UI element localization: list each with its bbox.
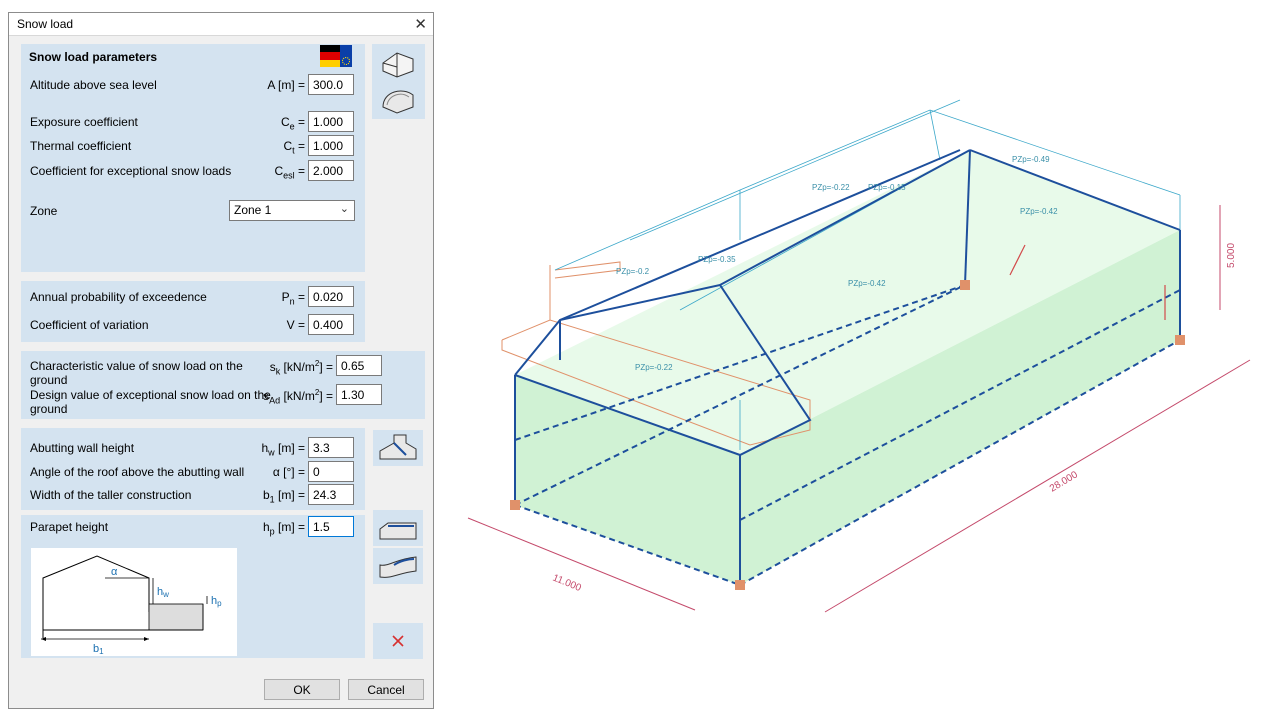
wall-height-label: Abutting wall height xyxy=(30,441,135,455)
zone-value: Zone 1 xyxy=(234,203,272,217)
sad-label-line1: Design value of exceptional snow load on… xyxy=(30,388,271,402)
snow-load-dialog: Snow load ✕ Snow load parameters Altitud… xyxy=(8,12,434,709)
altitude-input[interactable] xyxy=(308,74,354,95)
tag-2: PZp=-0.42 xyxy=(1020,207,1058,216)
dialog-title: Snow load xyxy=(17,17,74,31)
zone-label: Zone xyxy=(30,204,58,218)
sketch-hw-label: hw xyxy=(157,586,169,599)
tag-7: PZp=-0.2 xyxy=(616,267,650,276)
parapet-curved-icon[interactable] xyxy=(373,548,423,584)
sad-symbol: sAd [kN/m2] = xyxy=(263,388,333,406)
sad-label-line2: ground xyxy=(30,402,68,416)
parapet-roof-icon[interactable] xyxy=(373,510,423,546)
altitude-symbol: A [m] = xyxy=(267,78,305,92)
tag-3: PZp=-0.22 xyxy=(812,183,850,192)
thermal-label: Thermal coefficient xyxy=(30,139,132,153)
thermal-input[interactable] xyxy=(308,135,354,156)
exposure-symbol: Ce = xyxy=(280,115,305,132)
dimension-height: 5.000 xyxy=(1226,243,1237,268)
abutting-wall-icon[interactable] xyxy=(373,430,423,466)
cancel-button[interactable]: Cancel xyxy=(348,679,424,700)
sk-symbol: sk [kN/m2] = xyxy=(269,359,333,377)
sk-input[interactable] xyxy=(336,355,382,376)
tag-5: PZp=-0.35 xyxy=(698,255,736,264)
dimension-length: 28.000 xyxy=(1048,469,1080,494)
parapet-input[interactable] xyxy=(308,516,354,537)
curved-roof-icon[interactable] xyxy=(375,82,421,118)
width-taller-input[interactable] xyxy=(308,484,354,505)
parapet-label: Parapet height xyxy=(30,520,109,534)
sketch-hp-label: hp xyxy=(211,595,222,608)
thermal-symbol: Ct = xyxy=(283,139,305,156)
exceptional-input[interactable] xyxy=(308,160,354,181)
roof-angle-symbol: α [°] = xyxy=(272,465,305,479)
dialog-titlebar: Snow load ✕ xyxy=(9,13,433,36)
exceptional-label: Coefficient for exceptional snow loads xyxy=(30,164,232,178)
annual-symbol: Pn = xyxy=(281,290,305,307)
sk-label-line2: ground xyxy=(30,373,68,387)
sad-input[interactable] xyxy=(336,384,382,405)
tag-8: PZp=-0.22 xyxy=(635,363,673,372)
altitude-label: Altitude above sea level xyxy=(30,78,157,92)
ok-button[interactable]: OK xyxy=(264,679,340,700)
variation-label: Coefficient of variation xyxy=(30,318,149,332)
abutting-wall-sketch: b1 hw hp α xyxy=(31,548,237,656)
close-icon[interactable]: ✕ xyxy=(414,15,427,33)
annual-label: Annual probability of exceedence xyxy=(30,290,207,304)
tag-6: PZp=-0.42 xyxy=(848,279,886,288)
dimension-width: 11.000 xyxy=(551,573,583,595)
sk-label-line1: Characteristic value of snow load on the xyxy=(30,359,243,373)
tag-1: PZp=-0.49 xyxy=(1012,155,1050,164)
structure-3d-view[interactable]: PZp=-0.49 PZp=-0.42 PZp=-0.22 PZp=-0.15 … xyxy=(440,0,1280,720)
params-heading: Snow load parameters xyxy=(29,50,158,64)
sketch-b1-label: b1 xyxy=(93,643,104,656)
sketch-alpha-label: α xyxy=(111,566,118,578)
germany-flag-icon xyxy=(320,45,352,67)
roof-angle-label: Angle of the roof above the abutting wal… xyxy=(30,465,245,479)
variation-symbol: V = xyxy=(286,318,305,332)
tag-4: PZp=-0.15 xyxy=(868,183,906,192)
exposure-label: Exposure coefficient xyxy=(30,115,138,129)
chevron-down-icon: ⌄ xyxy=(339,203,349,215)
exposure-input[interactable] xyxy=(308,111,354,132)
variation-input[interactable] xyxy=(308,314,354,335)
delete-icon[interactable] xyxy=(373,623,423,659)
parapet-symbol: hp [m] = xyxy=(262,520,305,537)
annual-input[interactable] xyxy=(308,286,354,307)
width-taller-symbol: b1 [m] = xyxy=(262,488,305,505)
duopitch-roof-icon[interactable] xyxy=(375,46,421,82)
exceptional-symbol: Cesl = xyxy=(274,164,305,181)
roof-angle-input[interactable] xyxy=(308,461,354,482)
width-taller-label: Width of the taller construction xyxy=(30,488,192,502)
zone-select[interactable]: Zone 1 ⌄ xyxy=(229,200,355,221)
wall-height-input[interactable] xyxy=(308,437,354,458)
wall-height-symbol: hw [m] = xyxy=(261,441,305,458)
